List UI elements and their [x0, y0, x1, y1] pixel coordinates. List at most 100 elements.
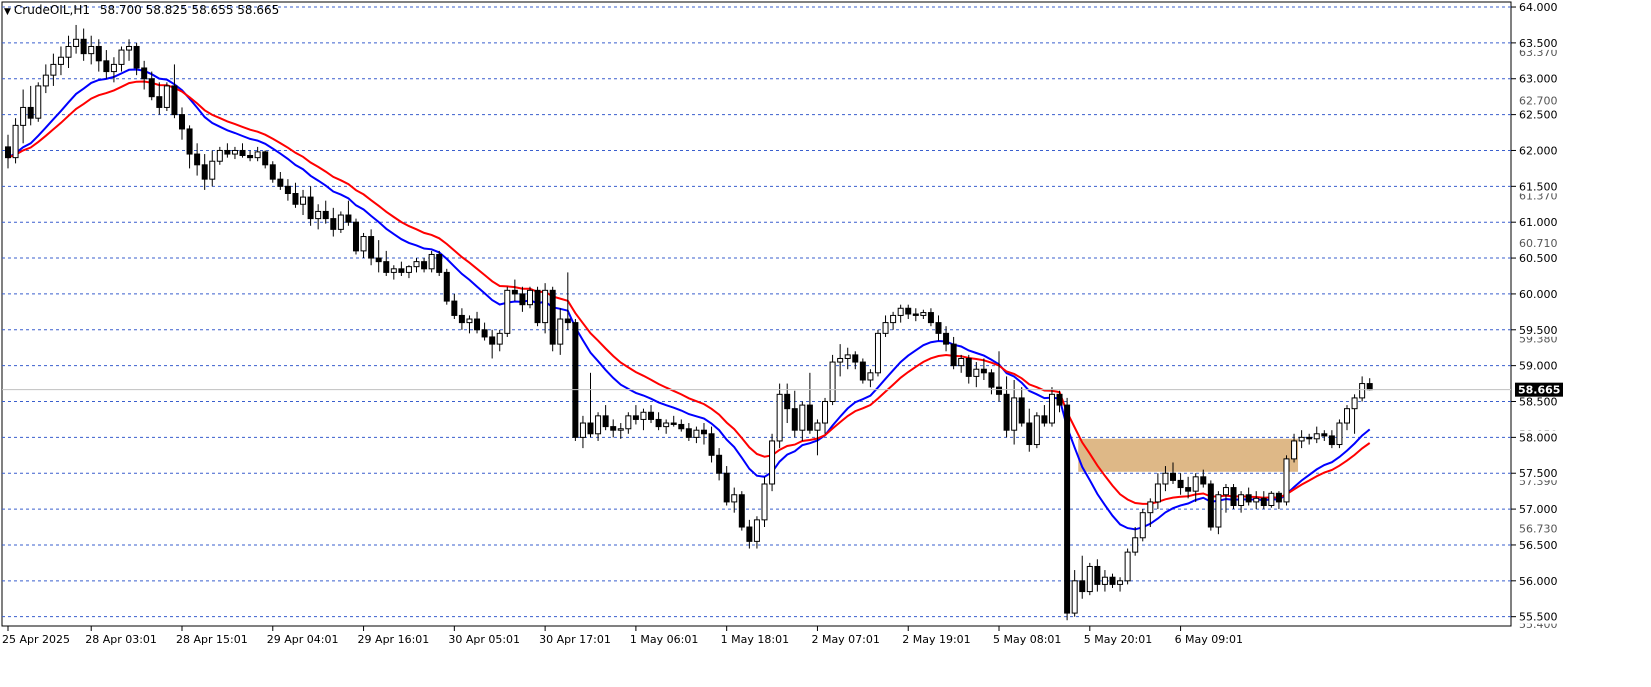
candle-body[interactable]	[1048, 393, 1055, 424]
price-chart[interactable]: 63.37062.70061.37060.71059.38058.05057.3…	[0, 0, 1651, 687]
candle-body[interactable]	[769, 440, 776, 485]
candle-body[interactable]	[35, 85, 42, 119]
candle-body[interactable]	[466, 318, 473, 324]
candle-body[interactable]	[496, 332, 503, 345]
candle-body[interactable]	[1018, 397, 1025, 424]
candle-body[interactable]	[27, 106, 34, 119]
candle-body[interactable]	[216, 149, 223, 162]
candle-body[interactable]	[716, 454, 723, 474]
candle-body[interactable]	[103, 60, 110, 73]
candle-body[interactable]	[572, 322, 579, 438]
candle-body[interactable]	[640, 411, 647, 420]
candle-body[interactable]	[1238, 494, 1245, 507]
candle-body[interactable]	[1366, 383, 1373, 391]
candle-body[interactable]	[156, 96, 163, 108]
candle-body[interactable]	[345, 214, 352, 223]
candle-body[interactable]	[436, 253, 443, 273]
candle-body[interactable]	[988, 372, 995, 388]
candle-body[interactable]	[1086, 565, 1093, 593]
candle-body[interactable]	[337, 214, 344, 230]
candle-body[interactable]	[231, 149, 238, 155]
candle-body[interactable]	[269, 164, 276, 180]
candle-body[interactable]	[1124, 551, 1131, 582]
candle-body[interactable]	[511, 289, 518, 295]
candle-body[interactable]	[1003, 393, 1010, 431]
candle-body[interactable]	[1207, 483, 1214, 528]
candle-body[interactable]	[1222, 487, 1229, 496]
candle-body[interactable]	[57, 56, 64, 65]
candle-body[interactable]	[806, 404, 813, 431]
candle-body[interactable]	[912, 313, 919, 316]
candle-body[interactable]	[519, 293, 526, 306]
candle-body[interactable]	[315, 210, 322, 220]
candle-body[interactable]	[80, 38, 87, 55]
candle-body[interactable]	[958, 357, 965, 367]
candle-body[interactable]	[557, 318, 564, 345]
candle-body[interactable]	[292, 193, 299, 205]
candle-body[interactable]	[882, 322, 889, 334]
candle-body[interactable]	[852, 354, 859, 363]
candle-body[interactable]	[1071, 580, 1078, 614]
candle-body[interactable]	[118, 49, 125, 65]
candle-body[interactable]	[186, 128, 193, 155]
candle-body[interactable]	[1359, 383, 1366, 399]
candle-body[interactable]	[1321, 433, 1328, 437]
candle-body[interactable]	[201, 164, 208, 180]
candle-body[interactable]	[148, 78, 155, 98]
candle-body[interactable]	[1139, 512, 1146, 539]
candle-body[interactable]	[110, 63, 117, 73]
candle-body[interactable]	[980, 368, 987, 374]
candle-body[interactable]	[587, 422, 594, 435]
candle-body[interactable]	[50, 63, 57, 76]
candle-body[interactable]	[776, 393, 783, 442]
candle-body[interactable]	[1117, 580, 1124, 585]
candle-body[interactable]	[194, 153, 201, 166]
candle-body[interactable]	[178, 114, 185, 130]
candle-body[interactable]	[1056, 393, 1063, 406]
candle-body[interactable]	[678, 423, 685, 430]
candle-body[interactable]	[1230, 487, 1237, 507]
candle-body[interactable]	[489, 336, 496, 345]
candle-body[interactable]	[73, 38, 80, 47]
candle-body[interactable]	[239, 149, 246, 156]
candle-body[interactable]	[1291, 440, 1298, 460]
candle-body[interactable]	[965, 357, 972, 377]
candle-body[interactable]	[1192, 476, 1199, 492]
candle-body[interactable]	[655, 418, 662, 428]
candle-body[interactable]	[95, 45, 102, 62]
candle-body[interactable]	[1094, 565, 1101, 585]
candle-body[interactable]	[300, 196, 307, 205]
candle-body[interactable]	[1033, 415, 1040, 446]
candle-body[interactable]	[1162, 472, 1169, 485]
candle-body[interactable]	[542, 289, 549, 324]
candle-body[interactable]	[670, 422, 677, 425]
candle-body[interactable]	[996, 386, 1003, 395]
candle-body[interactable]	[950, 343, 957, 367]
candle-body[interactable]	[973, 368, 980, 377]
candle-body[interactable]	[602, 415, 609, 428]
candle-body[interactable]	[920, 312, 927, 316]
candle-body[interactable]	[663, 422, 670, 428]
candle-body[interactable]	[1275, 492, 1282, 503]
candle-body[interactable]	[927, 312, 934, 324]
candle-body[interactable]	[481, 329, 488, 338]
candle-body[interactable]	[829, 361, 836, 403]
candle-body[interactable]	[731, 494, 738, 503]
candle-body[interactable]	[42, 74, 49, 87]
candle-body[interactable]	[330, 218, 337, 230]
candle-body[interactable]	[1154, 483, 1161, 503]
candle-body[interactable]	[163, 85, 170, 108]
candle-body[interactable]	[375, 257, 382, 263]
candle-body[interactable]	[905, 307, 912, 315]
candle-body[interactable]	[474, 318, 481, 331]
candle-body[interactable]	[1185, 487, 1192, 492]
candle-body[interactable]	[126, 45, 133, 51]
candle-body[interactable]	[890, 314, 897, 324]
candle-body[interactable]	[405, 266, 412, 273]
candle-body[interactable]	[12, 124, 19, 159]
candle-body[interactable]	[1253, 497, 1260, 503]
candle-body[interactable]	[738, 494, 745, 528]
candle-body[interactable]	[874, 332, 881, 374]
candle-body[interactable]	[1109, 576, 1116, 585]
candle-body[interactable]	[1200, 476, 1207, 485]
